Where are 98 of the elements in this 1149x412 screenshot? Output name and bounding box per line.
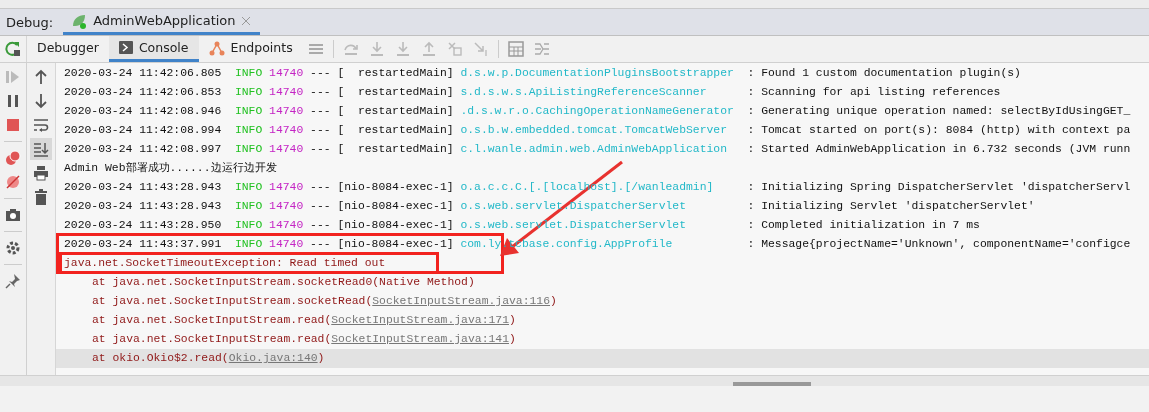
log-message: : Generating unique operation named: selectByIdUsingGET_: [747, 105, 1131, 117]
run-to-cursor-icon[interactable]: [472, 41, 489, 57]
log-message: : Started AdminWebApplication in 6.732 seconds (JVM runn: [747, 143, 1131, 155]
log-separator: ---: [310, 66, 332, 81]
logger-name: c.l.wanle.admin.web.AdminWebApplication: [460, 142, 728, 157]
close-icon[interactable]: [241, 16, 250, 25]
menu-icon[interactable]: [307, 41, 324, 57]
pin-icon[interactable]: [5, 273, 21, 289]
log-level: INFO: [234, 123, 264, 138]
log-level: INFO: [234, 218, 264, 233]
thread-name: [ restartedMain]: [337, 85, 455, 100]
logger-name: s.d.s.w.s.ApiListingReferenceScanner: [460, 85, 708, 100]
stack-trace-line: at okio.Okio$2.read(Okio.java:140): [92, 352, 325, 364]
thread-name: [nio-8084-exec-1]: [337, 218, 455, 233]
debug-label: Debug:: [5, 13, 55, 32]
log-separator: ---: [310, 104, 332, 119]
log-separator: ---: [310, 180, 332, 195]
stack-trace-line: at java.net.SocketInputStream.read(SocketInputStream.java:141): [92, 333, 516, 345]
process-id: 14740: [269, 180, 305, 195]
scroll-to-end-icon[interactable]: [30, 138, 52, 160]
log-level: INFO: [234, 180, 264, 195]
thread-name: [nio-8084-exec-1]: [337, 237, 455, 252]
console-text: Admin Web部署成功......边运行边开发: [64, 162, 277, 174]
log-level: INFO: [234, 85, 264, 100]
stack-trace-line: at java.net.SocketInputStream.socketRead0(Native Method): [92, 276, 475, 288]
log-message: : Completed initialization in 7 ms: [747, 219, 980, 231]
calculator-icon[interactable]: [507, 41, 524, 57]
log-timestamp: 2020-03-24 11:42:06.805: [64, 66, 223, 81]
process-id: 14740: [269, 199, 305, 214]
log-timestamp: 2020-03-24 11:42:08.997: [64, 142, 223, 157]
logger-name: d.s.w.p.DocumentationPluginsBootstrapper: [460, 66, 735, 81]
log-message: : Tomcat started on port(s): 8084 (http) with context pa: [747, 124, 1131, 136]
breakpoints-icon[interactable]: [5, 150, 21, 166]
thread-name: [ restartedMain]: [337, 104, 455, 119]
process-id: 14740: [269, 142, 305, 157]
log-message: : Found 1 custom documentation plugin(s): [747, 67, 1021, 79]
horizontal-scrollbar[interactable]: [0, 375, 1149, 386]
stop-icon[interactable]: [5, 117, 21, 133]
drop-frame-icon[interactable]: [446, 41, 463, 57]
camera-icon[interactable]: [5, 207, 21, 223]
log-message: : Initializing Spring DispatcherServlet 'dispatcherServl: [747, 181, 1131, 193]
logger-name: .d.s.w.r.o.CachingOperationNameGenerator: [460, 104, 735, 119]
nodes-icon: [208, 39, 225, 56]
process-id: 14740: [269, 237, 305, 252]
source-link[interactable]: SocketInputStream.java:141: [331, 333, 509, 345]
log-separator: ---: [310, 237, 332, 252]
exception-text: java.net.SocketTimeoutException: Read timed out: [64, 257, 386, 269]
log-message: : Message{projectName='Unknown', componentName='configce: [747, 238, 1131, 250]
mute-breakpoints-icon[interactable]: [5, 174, 21, 190]
step-into-icon[interactable]: [368, 41, 385, 57]
console-icon: [118, 41, 133, 54]
log-timestamp: 2020-03-24 11:43:28.943: [64, 199, 223, 214]
settings-icon[interactable]: [5, 240, 21, 256]
log-timestamp: 2020-03-24 11:42:08.994: [64, 123, 223, 138]
tab[interactable]: Console: [108, 36, 199, 62]
log-separator: ---: [310, 85, 332, 100]
thread-name: [ restartedMain]: [337, 142, 455, 157]
log-timestamp: 2020-03-24 11:43:37.991: [64, 237, 223, 252]
log-level: INFO: [234, 199, 264, 214]
scrollbar-thumb[interactable]: [733, 382, 811, 386]
log-timestamp: 2020-03-24 11:42:06.853: [64, 85, 223, 100]
source-link[interactable]: SocketInputStream.java:116: [372, 295, 550, 307]
stack-trace-line: at java.net.SocketInputStream.socketRead(SocketInputStream.java:116): [92, 295, 557, 307]
log-timestamp: 2020-03-24 11:42:08.946: [64, 104, 223, 119]
log-level: INFO: [234, 104, 264, 119]
log-message: : Initializing Servlet 'dispatcherServlet': [747, 200, 1035, 212]
log-separator: ---: [310, 142, 332, 157]
logger-name: o.s.b.w.embedded.tomcat.TomcatWebServer: [460, 123, 728, 138]
process-id: 14740: [269, 104, 305, 119]
trace-icon[interactable]: [533, 41, 550, 57]
rerun-icon[interactable]: [5, 41, 21, 57]
force-step-into-icon[interactable]: [394, 41, 411, 57]
source-link[interactable]: Okio.java:140: [228, 352, 318, 364]
log-level: INFO: [234, 237, 264, 252]
log-message: : Scanning for api listing references: [747, 86, 1001, 98]
thread-name: [ restartedMain]: [337, 123, 455, 138]
log-separator: ---: [310, 123, 332, 138]
thread-name: [ restartedMain]: [337, 66, 455, 81]
log-separator: ---: [310, 218, 332, 233]
log-level: INFO: [234, 66, 264, 81]
source-link[interactable]: SocketInputStream.java:171: [331, 314, 509, 326]
log-separator: ---: [310, 199, 332, 214]
step-out-icon[interactable]: [420, 41, 437, 57]
process-id: 14740: [269, 66, 305, 81]
stack-trace-line: at java.net.SocketInputStream.read(SocketInputStream.java:171): [92, 314, 516, 326]
log-timestamp: 2020-03-24 11:43:28.943: [64, 180, 223, 195]
tab[interactable]: Endpoints: [198, 36, 303, 62]
log-timestamp: 2020-03-24 11:43:28.950: [64, 218, 223, 233]
process-id: 14740: [269, 218, 305, 233]
tab[interactable]: Debugger: [27, 36, 109, 62]
log-level: INFO: [234, 142, 264, 157]
pause-icon[interactable]: [5, 93, 21, 109]
leaf-icon: [71, 12, 88, 29]
thread-name: [nio-8084-exec-1]: [337, 199, 455, 214]
process-id: 14740: [269, 123, 305, 138]
thread-name: [nio-8084-exec-1]: [337, 180, 455, 195]
process-id: 14740: [269, 85, 305, 100]
resume-icon[interactable]: [5, 69, 21, 85]
